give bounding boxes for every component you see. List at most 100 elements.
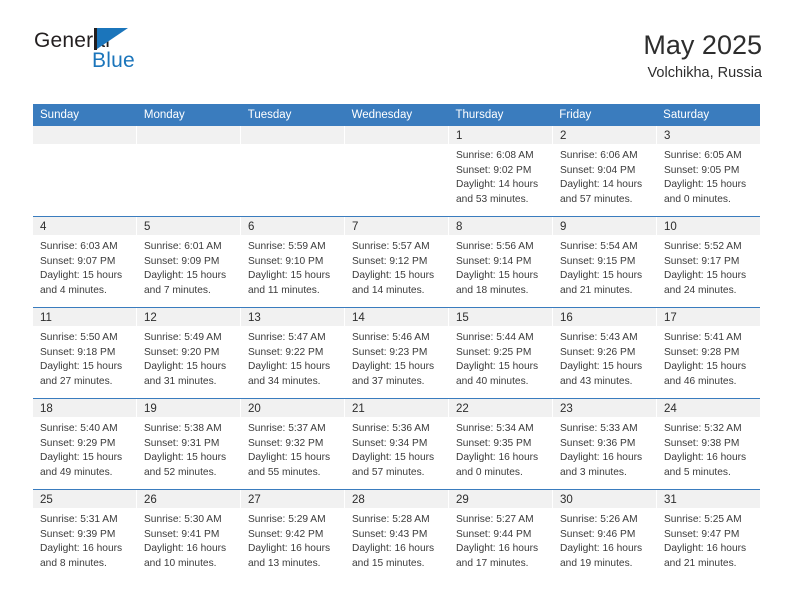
day-detail-lines <box>241 144 344 149</box>
day-detail-line: Daylight: 16 hours <box>560 543 643 555</box>
day-number: 31 <box>664 494 677 506</box>
calendar-day-cell[interactable]: 29 Sunrise: 5:27 AM Sunset: 9:44 PM Dayligh… <box>449 490 553 580</box>
day-number-band: 24 <box>657 399 760 417</box>
day-detail-line: Sunset: 9:34 PM <box>352 437 428 449</box>
day-detail-line: Daylight: 15 hours <box>40 361 123 373</box>
page-subtitle-location: Volchikha, Russia <box>647 65 762 82</box>
day-detail-lines: Sunrise: 5:43 AM Sunset: 9:26 PM Daylight:… <box>553 326 656 389</box>
day-detail-line: Sunset: 9:04 PM <box>560 164 636 176</box>
day-detail-line: Sunrise: 5:36 AM <box>352 423 430 434</box>
day-detail-line: Sunset: 9:20 PM <box>144 346 220 358</box>
calendar-week-row: 1 Sunrise: 6:08 AM Sunset: 9:02 PM Daylight… <box>33 126 760 216</box>
day-number-band: 17 <box>657 308 760 326</box>
calendar-day-cell[interactable]: 6 Sunrise: 5:59 AM Sunset: 9:10 PM Daylight… <box>241 217 345 307</box>
calendar-day-cell[interactable]: 11 Sunrise: 5:50 AM Sunset: 9:18 PM Dayligh… <box>33 308 137 398</box>
calendar-day-cell[interactable]: 20 Sunrise: 5:37 AM Sunset: 9:32 PM Dayligh… <box>241 399 345 489</box>
day-detail-line: Sunrise: 5:43 AM <box>560 332 638 343</box>
day-detail-line: Daylight: 15 hours <box>664 270 747 282</box>
calendar-day-cell[interactable]: 8 Sunrise: 5:56 AM Sunset: 9:14 PM Daylight… <box>449 217 553 307</box>
day-detail-lines: Sunrise: 5:31 AM Sunset: 9:39 PM Daylight:… <box>33 508 136 571</box>
day-detail-line: Daylight: 15 hours <box>456 361 539 373</box>
day-number: 23 <box>560 403 573 415</box>
calendar-day-cell[interactable]: 26 Sunrise: 5:30 AM Sunset: 9:41 PM Dayligh… <box>137 490 241 580</box>
weekday-header-tuesday: Tuesday <box>247 109 292 121</box>
day-detail-lines: Sunrise: 5:47 AM Sunset: 9:22 PM Daylight:… <box>241 326 344 389</box>
day-detail-line: Sunset: 9:36 PM <box>560 437 636 449</box>
calendar-day-cell[interactable]: 28 Sunrise: 5:28 AM Sunset: 9:43 PM Dayligh… <box>345 490 449 580</box>
day-detail-line: Sunrise: 5:46 AM <box>352 332 430 343</box>
day-detail-line: Sunrise: 5:34 AM <box>456 423 534 434</box>
day-detail-line: Daylight: 16 hours <box>40 543 123 555</box>
day-detail-line: Sunset: 9:22 PM <box>248 346 324 358</box>
calendar-day-cell[interactable]: 13 Sunrise: 5:47 AM Sunset: 9:22 PM Dayligh… <box>241 308 345 398</box>
calendar-day-cell[interactable]: 17 Sunrise: 5:41 AM Sunset: 9:28 PM Dayligh… <box>657 308 760 398</box>
day-detail-line: Sunrise: 5:31 AM <box>40 514 118 525</box>
day-detail-line: and 37 minutes. <box>352 375 425 387</box>
calendar-week-row: 4 Sunrise: 6:03 AM Sunset: 9:07 PM Daylight… <box>33 216 760 307</box>
weekday-header-wednesday: Wednesday <box>351 109 413 121</box>
calendar-day-cell[interactable]: 10 Sunrise: 5:52 AM Sunset: 9:17 PM Dayligh… <box>657 217 760 307</box>
day-detail-lines: Sunrise: 5:40 AM Sunset: 9:29 PM Daylight:… <box>33 417 136 480</box>
day-number: 15 <box>456 312 469 324</box>
day-detail-lines: Sunrise: 5:27 AM Sunset: 9:44 PM Daylight:… <box>449 508 552 571</box>
day-number-band: 10 <box>657 217 760 235</box>
day-detail-line: and 55 minutes. <box>248 466 321 478</box>
calendar-day-cell[interactable]: 4 Sunrise: 6:03 AM Sunset: 9:07 PM Daylight… <box>33 217 137 307</box>
day-detail-line: Sunrise: 6:03 AM <box>40 241 118 252</box>
calendar-day-cell[interactable]: 18 Sunrise: 5:40 AM Sunset: 9:29 PM Dayligh… <box>33 399 137 489</box>
day-number-band <box>33 126 136 144</box>
calendar-day-cell[interactable]: 25 Sunrise: 5:31 AM Sunset: 9:39 PM Dayligh… <box>33 490 137 580</box>
day-number: 22 <box>456 403 469 415</box>
calendar-day-cell[interactable]: 24 Sunrise: 5:32 AM Sunset: 9:38 PM Dayligh… <box>657 399 760 489</box>
calendar-day-cell[interactable]: 9 Sunrise: 5:54 AM Sunset: 9:15 PM Daylight… <box>553 217 657 307</box>
calendar-day-cell[interactable]: 19 Sunrise: 5:38 AM Sunset: 9:31 PM Dayligh… <box>137 399 241 489</box>
generalblue-logo[interactable]: General Blue <box>34 28 154 80</box>
day-number-band: 8 <box>449 217 552 235</box>
calendar-day-cell[interactable]: 27 Sunrise: 5:29 AM Sunset: 9:42 PM Dayligh… <box>241 490 345 580</box>
calendar-day-cell[interactable]: 23 Sunrise: 5:33 AM Sunset: 9:36 PM Dayligh… <box>553 399 657 489</box>
day-detail-line: Daylight: 15 hours <box>664 179 747 191</box>
calendar-day-cell[interactable]: 21 Sunrise: 5:36 AM Sunset: 9:34 PM Dayligh… <box>345 399 449 489</box>
day-detail-lines: Sunrise: 5:34 AM Sunset: 9:35 PM Daylight:… <box>449 417 552 480</box>
day-number-band: 2 <box>553 126 656 144</box>
calendar-day-cell[interactable]: 15 Sunrise: 5:44 AM Sunset: 9:25 PM Dayligh… <box>449 308 553 398</box>
day-number: 11 <box>40 312 52 324</box>
day-detail-lines: Sunrise: 5:50 AM Sunset: 9:18 PM Daylight:… <box>33 326 136 389</box>
day-number-band: 25 <box>33 490 136 508</box>
day-number-band: 9 <box>553 217 656 235</box>
day-detail-line: Sunrise: 5:33 AM <box>560 423 638 434</box>
calendar-day-cell[interactable]: 30 Sunrise: 5:26 AM Sunset: 9:46 PM Dayligh… <box>553 490 657 580</box>
day-detail-line: Daylight: 15 hours <box>40 452 123 464</box>
day-number: 14 <box>352 312 365 324</box>
day-detail-line: and 4 minutes. <box>40 284 107 296</box>
calendar-day-cell[interactable]: 31 Sunrise: 5:25 AM Sunset: 9:47 PM Dayligh… <box>657 490 760 580</box>
day-detail-line: Sunrise: 5:26 AM <box>560 514 638 525</box>
weekday-header-monday: Monday <box>143 109 185 121</box>
calendar-day-cell[interactable]: 22 Sunrise: 5:34 AM Sunset: 9:35 PM Dayligh… <box>449 399 553 489</box>
calendar-day-cell[interactable]: 2 Sunrise: 6:06 AM Sunset: 9:04 PM Daylight… <box>553 126 657 216</box>
calendar-day-cell[interactable]: 7 Sunrise: 5:57 AM Sunset: 9:12 PM Daylight… <box>345 217 449 307</box>
day-number: 25 <box>40 494 53 506</box>
calendar-day-cell[interactable]: 16 Sunrise: 5:43 AM Sunset: 9:26 PM Dayligh… <box>553 308 657 398</box>
calendar-day-cell[interactable]: 12 Sunrise: 5:49 AM Sunset: 9:20 PM Dayligh… <box>137 308 241 398</box>
day-detail-line: and 7 minutes. <box>144 284 211 296</box>
calendar-day-cell[interactable]: 5 Sunrise: 6:01 AM Sunset: 9:09 PM Daylight… <box>137 217 241 307</box>
calendar-day-cell[interactable]: 3 Sunrise: 6:05 AM Sunset: 9:05 PM Daylight… <box>657 126 760 216</box>
day-detail-line: Sunrise: 5:44 AM <box>456 332 534 343</box>
day-number: 13 <box>248 312 261 324</box>
day-number: 5 <box>144 221 151 233</box>
calendar-day-cell[interactable]: 1 Sunrise: 6:08 AM Sunset: 9:02 PM Daylight… <box>449 126 553 216</box>
day-detail-line: Daylight: 15 hours <box>352 361 435 373</box>
day-detail-line: Daylight: 16 hours <box>664 452 747 464</box>
day-detail-line: Daylight: 16 hours <box>560 452 643 464</box>
day-detail-line: and 31 minutes. <box>144 375 217 387</box>
calendar-day-cell-empty <box>345 126 449 216</box>
day-detail-line: Sunset: 9:29 PM <box>40 437 116 449</box>
day-detail-line: and 18 minutes. <box>456 284 529 296</box>
day-detail-lines: Sunrise: 5:46 AM Sunset: 9:23 PM Daylight:… <box>345 326 448 389</box>
calendar-day-cell[interactable]: 14 Sunrise: 5:46 AM Sunset: 9:23 PM Dayligh… <box>345 308 449 398</box>
day-detail-line: Sunset: 9:32 PM <box>248 437 324 449</box>
day-detail-line: Sunset: 9:28 PM <box>664 346 740 358</box>
day-detail-line: Sunset: 9:15 PM <box>560 255 636 267</box>
day-detail-line: Daylight: 15 hours <box>40 270 123 282</box>
